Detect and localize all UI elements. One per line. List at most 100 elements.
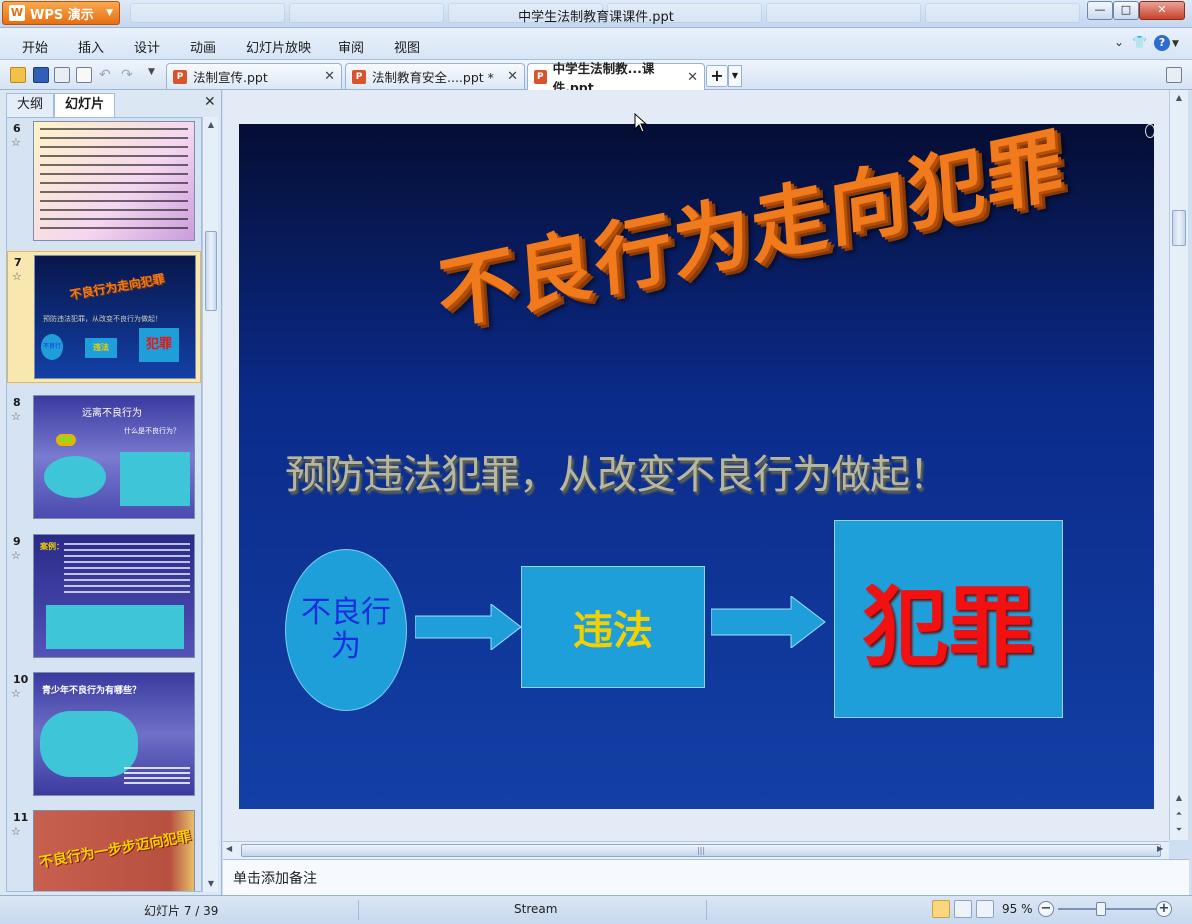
ppt-file-icon: P [534, 70, 547, 84]
doc-tab-3-active[interactable]: P 中学生法制教...课件.ppt ✕ [527, 61, 705, 95]
title-bar: 中学生法制教育课课件.ppt W WPS 演示 ▼ — □ ✕ [0, 0, 1192, 28]
menu-design[interactable]: 设计 [134, 37, 160, 56]
tab-slides[interactable]: 幻灯片 [54, 93, 116, 117]
thumb-title: 远离不良行为 [82, 408, 142, 419]
thumb-badge: 嘱咐 [56, 434, 76, 446]
notes-pane[interactable]: 单击添加备注 [223, 859, 1189, 895]
animation-star-icon: ☆ [11, 136, 21, 149]
chevron-down-icon: ▼ [106, 8, 113, 18]
normal-view-button[interactable] [932, 900, 950, 918]
text-lines-graphic [124, 767, 190, 787]
zoom-out-button[interactable]: − [1038, 901, 1054, 917]
thumb-title: 青少年不良行为有哪些？ [42, 686, 142, 696]
zoom-level: 95 % [1002, 902, 1033, 916]
animation-star-icon: ☆ [11, 825, 21, 838]
scroll-up-icon[interactable]: ▲ [1171, 790, 1187, 806]
menu-view[interactable]: 视图 [394, 37, 420, 56]
menu-review[interactable]: 审阅 [338, 37, 364, 56]
node-crime[interactable]: 犯罪 [834, 520, 1063, 718]
scroll-left-icon[interactable]: ◀ [226, 844, 232, 853]
save-icon[interactable] [33, 67, 49, 83]
menu-bar: 开始 插入 设计 动画 幻灯片放映 审阅 视图 ⌄ 👕 ? ▼ [0, 28, 1192, 60]
skin-shirt-icon[interactable]: 👕 [1132, 35, 1147, 49]
slide-editing-area: 不良行为走向犯罪 预防违法犯罪，从改变不良行为做起！ 不良行为 违法 犯罪 [223, 90, 1169, 842]
slide-thumbnail-list: 6 ☆ 7 ☆ 不良行为走向犯罪 预防违法犯罪，从改变不良行为做起！ 不良行为 … [6, 117, 202, 892]
current-slide[interactable]: 不良行为走向犯罪 预防违法犯罪，从改变不良行为做起！ 不良行为 违法 犯罪 [239, 124, 1154, 809]
text-lines-graphic [64, 543, 190, 597]
node-bad-behavior[interactable]: 不良行为 [285, 549, 407, 711]
thumbnail-slide-9[interactable]: 9 ☆ 案例： [7, 531, 201, 661]
scroll-right-icon[interactable]: ▶ [1157, 844, 1163, 853]
zoom-slider-track[interactable] [1058, 908, 1156, 910]
menu-slideshow[interactable]: 幻灯片放映 [246, 37, 311, 56]
open-folder-icon[interactable] [10, 67, 26, 83]
thumbnail-number: 8 [13, 396, 21, 409]
slide-vertical-scrollbar[interactable]: ▲ ▲ ⏶ ⏷ [1169, 90, 1188, 840]
close-tab-icon[interactable]: ✕ [687, 70, 698, 85]
print-preview-icon[interactable] [76, 67, 92, 83]
close-tab-icon[interactable]: ✕ [507, 69, 518, 84]
ribbon-collapse-icon[interactable]: ⌄ [1114, 35, 1124, 49]
thumbnail-slide-11[interactable]: 11 ☆ 不良行为一步步迈向犯罪 [7, 807, 201, 891]
thumb-text-box [120, 452, 190, 506]
maximize-button[interactable]: □ [1113, 1, 1139, 20]
doc-tab-1[interactable]: P 法制宣传.ppt ✕ [166, 63, 342, 89]
tab-outline[interactable]: 大纲 [6, 93, 55, 117]
help-dropdown-icon[interactable]: ▼ [1172, 39, 1179, 49]
next-slide-icon[interactable]: ⏷ [1171, 822, 1187, 838]
close-panel-icon[interactable]: ✕ [204, 94, 216, 110]
new-tab-dropdown-icon[interactable]: ▼ [728, 65, 742, 87]
menu-home[interactable]: 开始 [22, 37, 48, 56]
new-tab-button[interactable]: + [706, 65, 728, 87]
doc-tab-label: 法制宣传.ppt [193, 70, 268, 85]
theme-name: Stream [514, 902, 558, 916]
slide-8-preview: 远离不良行为 嘱咐 什么是不良行为？ [33, 395, 195, 519]
thumbnail-number: 6 [13, 122, 21, 135]
print-icon[interactable] [54, 67, 70, 83]
thumbnail-number: 9 [13, 535, 21, 548]
scroll-down-icon[interactable]: ▼ [203, 876, 219, 892]
slide-sorter-view-button[interactable] [954, 900, 972, 918]
thumbnail-slide-10[interactable]: 10 ☆ 青少年不良行为有哪些？ [7, 669, 201, 799]
status-bar: 幻灯片 7 / 39 Stream 95 % − + [0, 895, 1192, 924]
thumb-node-1: 不良行为 [41, 334, 63, 360]
window-layout-icon[interactable] [1166, 67, 1182, 83]
help-icon[interactable]: ? [1154, 35, 1170, 51]
undo-icon[interactable]: ↶ [99, 67, 115, 83]
arrow-right-2[interactable] [711, 596, 827, 648]
close-tab-icon[interactable]: ✕ [324, 69, 335, 84]
customize-toolbar-icon[interactable]: ▼ [148, 67, 164, 83]
redo-icon[interactable]: ↷ [121, 67, 137, 83]
arrow-right-1[interactable] [415, 604, 523, 650]
previous-slide-icon[interactable]: ⏶ [1171, 806, 1187, 822]
zoom-in-button[interactable]: + [1156, 901, 1172, 917]
thumb-speech-bubble [44, 456, 106, 498]
menu-animation[interactable]: 动画 [190, 37, 216, 56]
zoom-slider-handle[interactable] [1096, 902, 1106, 916]
thumbnail-slide-8[interactable]: 8 ☆ 远离不良行为 嘱咐 什么是不良行为？ [7, 392, 201, 522]
menu-insert[interactable]: 插入 [78, 37, 104, 56]
status-divider [706, 900, 707, 920]
animation-star-icon: ☆ [11, 687, 21, 700]
thumbnail-scrollbar[interactable]: ▲ ▼ [202, 117, 218, 892]
close-button[interactable]: ✕ [1139, 1, 1185, 20]
scroll-up-icon[interactable]: ▲ [1171, 90, 1187, 106]
slide-7-preview: 不良行为走向犯罪 预防违法犯罪，从改变不良行为做起！ 不良行为 违法 犯罪 [34, 255, 196, 379]
scrollbar-thumb[interactable] [205, 231, 217, 311]
slide-title-wordart[interactable]: 不良行为走向犯罪 [434, 124, 1068, 347]
scroll-up-icon[interactable]: ▲ [203, 117, 219, 133]
doc-tab-2[interactable]: P 法制教育安全....ppt * ✕ [345, 63, 525, 89]
scrollbar-thumb[interactable] [1172, 210, 1186, 246]
slideshow-view-button[interactable] [976, 900, 994, 918]
thumbnail-slide-6[interactable]: 6 ☆ [7, 118, 201, 246]
thumbnail-slide-7[interactable]: 7 ☆ 不良行为走向犯罪 预防违法犯罪，从改变不良行为做起！ 不良行为 违法 犯… [7, 251, 201, 383]
minimize-button[interactable]: — [1087, 1, 1113, 20]
slide-horizontal-scrollbar[interactable]: ◀ ||| ▶ [223, 841, 1169, 859]
node-illegal[interactable]: 违法 [521, 566, 705, 688]
slide-9-preview: 案例： [33, 534, 195, 658]
animation-star-icon: ☆ [12, 270, 22, 283]
slide-subtitle[interactable]: 预防违法犯罪，从改变不良行为做起！ [285, 442, 949, 500]
wps-app-menu-button[interactable]: W WPS 演示 ▼ [2, 1, 120, 25]
scrollbar-thumb[interactable]: ||| [241, 844, 1161, 857]
thumb-title: 不良行为一步步迈向犯罪 [37, 828, 193, 872]
